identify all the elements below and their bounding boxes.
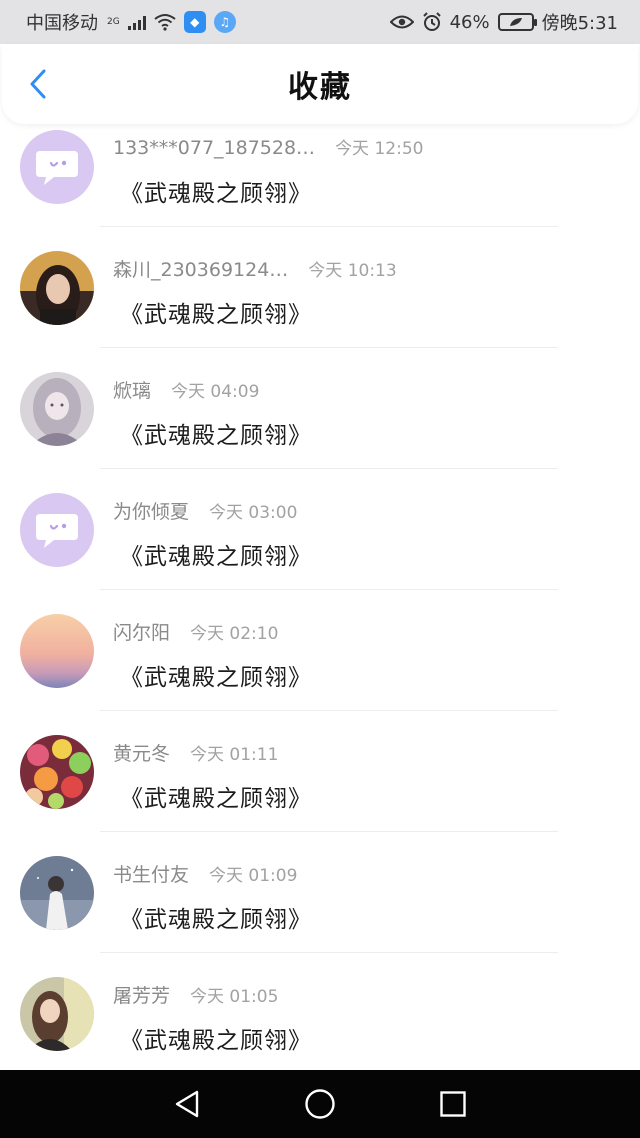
item-content: 《武魂殿之顾翎》 xyxy=(120,907,312,933)
item-name: 森川_230369124… xyxy=(113,259,289,281)
list-item[interactable]: 黄元冬 今天 01:11 《武魂殿之顾翎》 xyxy=(0,711,640,832)
wifi-icon xyxy=(154,14,176,31)
item-content: 《武魂殿之顾翎》 xyxy=(120,786,312,812)
item-meta: 书生付友 今天 01:09 xyxy=(113,860,297,887)
user-avatar xyxy=(20,372,94,446)
status-bar-right: 46% 傍晚5:31 xyxy=(389,9,618,35)
back-button[interactable] xyxy=(20,66,56,102)
list-item[interactable]: 焮璃 今天 04:09 《武魂殿之顾翎》 xyxy=(0,348,640,469)
item-meta: 133***077_187528… 今天 12:50 xyxy=(113,134,423,159)
item-content: 《武魂殿之顾翎》 xyxy=(120,544,312,570)
circle-home-icon xyxy=(305,1089,335,1119)
item-meta: 为你倾夏 今天 03:00 xyxy=(113,497,297,524)
chevron-left-icon xyxy=(30,69,46,99)
item-time: 今天 12:50 xyxy=(335,139,424,159)
item-time: 今天 01:11 xyxy=(190,745,279,765)
item-content: 《武魂殿之顾翎》 xyxy=(120,302,312,328)
item-name: 焮璃 xyxy=(113,380,152,402)
carrier-label: 中国移动 xyxy=(26,13,98,34)
item-time: 今天 01:05 xyxy=(190,987,279,1007)
nav-back-button[interactable] xyxy=(167,1084,207,1124)
item-content: 《武魂殿之顾翎》 xyxy=(120,1028,312,1054)
nav-home-button[interactable] xyxy=(300,1084,340,1124)
item-meta: 屠芳芳 今天 01:05 xyxy=(113,981,278,1008)
music-app-icon: ♫ xyxy=(213,11,236,33)
title-bar: 收藏 xyxy=(2,44,638,124)
item-time: 今天 10:13 xyxy=(308,261,397,281)
item-meta: 森川_230369124… 今天 10:13 xyxy=(113,255,397,282)
list-item[interactable]: 书生付友 今天 01:09 《武魂殿之顾翎》 xyxy=(0,832,640,953)
item-content: 《武魂殿之顾翎》 xyxy=(120,181,312,207)
user-avatar xyxy=(20,856,94,930)
item-name: 屠芳芳 xyxy=(113,985,171,1007)
qq-app-icon: ◆ xyxy=(183,11,206,33)
item-content: 《武魂殿之顾翎》 xyxy=(120,665,312,691)
item-time: 今天 02:10 xyxy=(190,624,279,644)
item-name: 书生付友 xyxy=(113,864,190,886)
item-time: 今天 01:09 xyxy=(209,866,298,886)
system-navigation-bar xyxy=(0,1070,640,1138)
alarm-icon xyxy=(422,12,441,31)
triangle-back-icon xyxy=(175,1090,198,1118)
nav-recents-button[interactable] xyxy=(433,1084,473,1124)
item-meta: 闪尔阳 今天 02:10 xyxy=(113,618,278,645)
chat-bubble-icon xyxy=(20,130,94,204)
user-avatar xyxy=(20,735,94,809)
signal-icon xyxy=(127,14,146,30)
battery-percent: 46% xyxy=(449,11,490,33)
list-item[interactable]: 闪尔阳 今天 02:10 《武魂殿之顾翎》 xyxy=(0,590,640,711)
status-bar-left: 中国移动 2G ◆ ♫ xyxy=(26,9,236,35)
page-title: 收藏 xyxy=(288,70,352,105)
user-avatar xyxy=(20,251,94,325)
favorites-list: 133***077_187528… 今天 12:50 《武魂殿之顾翎》 森川_2… xyxy=(0,106,640,1070)
item-name: 闪尔阳 xyxy=(113,622,171,644)
item-name: 黄元冬 xyxy=(113,743,171,765)
item-time: 今天 03:00 xyxy=(209,503,298,523)
item-name: 为你倾夏 xyxy=(113,501,190,523)
user-avatar xyxy=(20,977,94,1051)
eye-icon xyxy=(389,15,414,29)
chat-bubble-icon xyxy=(20,493,94,567)
item-time: 今天 04:09 xyxy=(171,382,260,402)
status-bar: 中国移动 2G ◆ ♫ 46% 傍晚5:31 xyxy=(0,0,640,44)
item-content: 《武魂殿之顾翎》 xyxy=(120,423,312,449)
list-item[interactable]: 屠芳芳 今天 01:05 《武魂殿之顾翎》 xyxy=(0,953,640,1070)
list-item[interactable]: 133***077_187528… 今天 12:50 《武魂殿之顾翎》 xyxy=(0,106,640,227)
item-meta: 焮璃 今天 04:09 xyxy=(113,376,259,403)
user-avatar xyxy=(20,614,94,688)
square-recents-icon xyxy=(440,1091,467,1117)
list-item[interactable]: 森川_230369124… 今天 10:13 《武魂殿之顾翎》 xyxy=(0,227,640,348)
battery-icon xyxy=(497,13,537,31)
network-type: 2G xyxy=(107,17,120,27)
list-item[interactable]: 为你倾夏 今天 03:00 《武魂殿之顾翎》 xyxy=(0,469,640,590)
item-meta: 黄元冬 今天 01:11 xyxy=(113,739,278,766)
clock: 傍晚5:31 xyxy=(541,13,618,34)
item-name: 133***077_187528… xyxy=(113,137,316,159)
